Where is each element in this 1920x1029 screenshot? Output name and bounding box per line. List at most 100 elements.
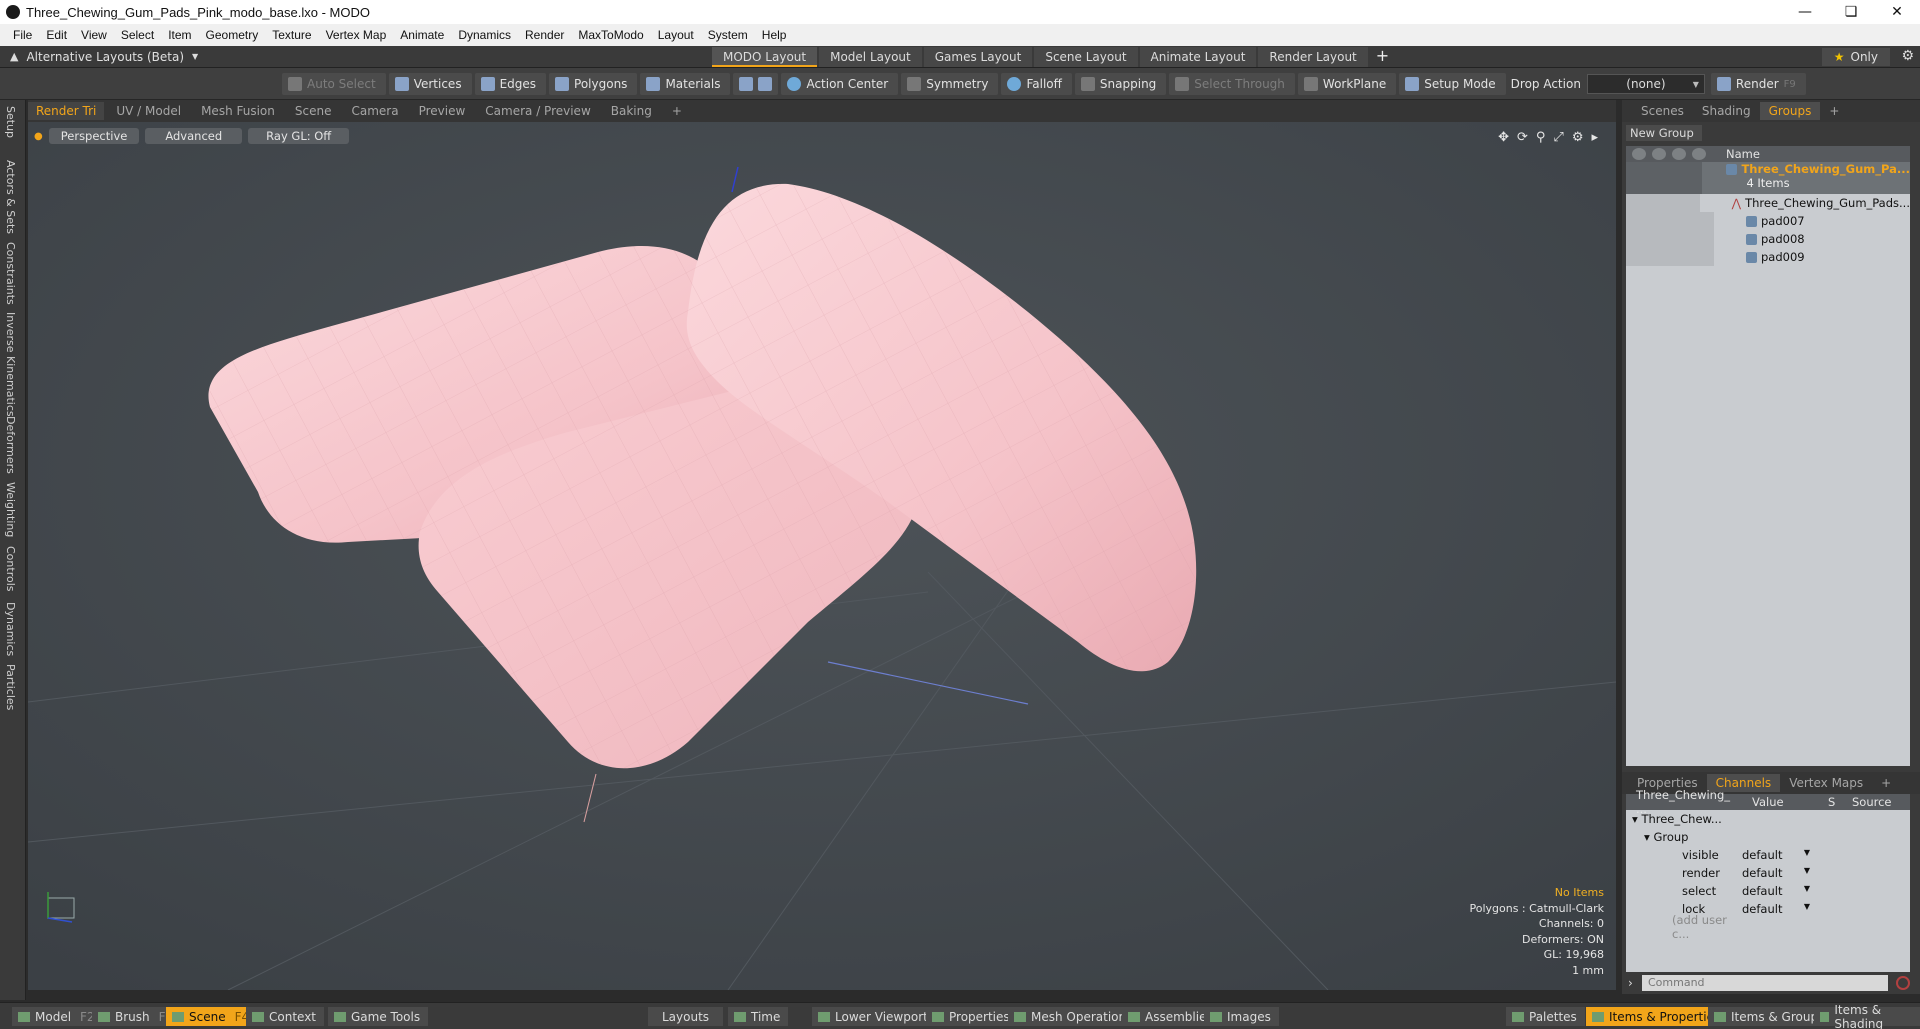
tab-render-layout[interactable]: Render Layout xyxy=(1258,47,1368,67)
tab-weighting[interactable]: Weighting xyxy=(4,482,17,537)
tab-constraints[interactable]: Constraints xyxy=(4,242,17,305)
menu-texture[interactable]: Texture xyxy=(265,28,318,42)
tree-item-row[interactable]: ⋀ Three_Chewing_Gum_Pads... xyxy=(1626,194,1910,212)
select-column-icon[interactable] xyxy=(1692,148,1706,160)
menu-system[interactable]: System xyxy=(701,28,755,42)
gear-icon[interactable]: ⚙ xyxy=(1901,48,1914,64)
model-button[interactable]: Model F2 xyxy=(12,1007,103,1026)
context-button[interactable]: Context xyxy=(246,1007,325,1026)
add-layout-icon[interactable]: + xyxy=(1370,46,1395,68)
select-through-button[interactable]: Select Through xyxy=(1169,73,1295,95)
tab-dynamics[interactable]: Dynamics xyxy=(4,602,17,656)
images-button[interactable]: Images xyxy=(1204,1007,1279,1026)
vertices-button[interactable]: Vertices xyxy=(388,73,472,95)
tab-setup[interactable]: Setup xyxy=(4,106,17,138)
view-options-arrow-icon[interactable]: ▸ xyxy=(1591,130,1598,145)
tab-scenes[interactable]: Scenes xyxy=(1632,102,1693,120)
group-row[interactable]: Three_Chewing_Gum_Pa... 4 Items xyxy=(1626,162,1910,194)
select-mode-button[interactable] xyxy=(733,73,779,95)
snapping-button[interactable]: Snapping xyxy=(1074,73,1167,95)
tab-groups[interactable]: Groups xyxy=(1759,102,1821,120)
symmetry-button[interactable]: Symmetry xyxy=(901,73,999,95)
move-view-icon[interactable]: ✥ xyxy=(1498,130,1509,145)
tab-scene[interactable]: Scene xyxy=(287,102,340,120)
palettes-button[interactable]: Palettes xyxy=(1506,1007,1585,1026)
tab-inverse-kinematics[interactable]: Inverse Kinematics xyxy=(4,312,17,417)
auto-select-button[interactable]: Auto Select xyxy=(282,73,386,95)
items-shading-button[interactable]: Items & Shading xyxy=(1814,1003,1920,1029)
mesh-operations-button[interactable]: Mesh Operations xyxy=(1008,1007,1141,1026)
materials-button[interactable]: Materials xyxy=(640,73,731,95)
menu-file[interactable]: File xyxy=(6,28,39,42)
items-properties-button[interactable]: Items & Properties xyxy=(1586,1007,1729,1026)
tab-shading[interactable]: Shading xyxy=(1693,102,1760,120)
menu-layout[interactable]: Layout xyxy=(651,28,701,42)
layouts-button[interactable]: Layouts xyxy=(648,1007,724,1026)
tab-controls[interactable]: Controls xyxy=(4,546,17,592)
tab-deformers[interactable]: Deformers xyxy=(4,416,17,474)
restore-button[interactable]: ❏ xyxy=(1828,0,1874,24)
menu-render[interactable]: Render xyxy=(518,28,571,42)
channel-row[interactable]: render default ▼ xyxy=(1626,864,1910,882)
tab-games-layout[interactable]: Games Layout xyxy=(923,47,1033,67)
falloff-button[interactable]: Falloff xyxy=(1001,73,1072,95)
tab-actors-sets[interactable]: Actors & Sets xyxy=(4,160,17,234)
menu-maxtomodo[interactable]: MaxToModo xyxy=(571,28,650,42)
workplane-button[interactable]: WorkPlane xyxy=(1297,73,1397,95)
tree-item-row[interactable]: pad007 xyxy=(1626,212,1910,230)
tab-scene-layout[interactable]: Scene Layout xyxy=(1034,47,1138,67)
tab-animate-layout[interactable]: Animate Layout xyxy=(1139,47,1257,67)
tab-model-layout[interactable]: Model Layout xyxy=(819,47,922,67)
collapse-arrow-icon[interactable]: ▲ xyxy=(10,50,18,63)
command-input[interactable]: Command xyxy=(1642,975,1888,991)
menu-view[interactable]: View xyxy=(74,28,114,42)
add-channels-tab-icon[interactable]: + xyxy=(1872,774,1900,792)
menu-geometry[interactable]: Geometry xyxy=(199,28,266,42)
game-tools-button[interactable]: Game Tools xyxy=(328,1007,429,1026)
menu-animate[interactable]: Animate xyxy=(393,28,451,42)
visibility-column-icon[interactable] xyxy=(1632,148,1646,160)
add-tab-icon[interactable]: + xyxy=(664,102,690,120)
stop-icon[interactable] xyxy=(1896,976,1910,990)
tab-baking[interactable]: Baking xyxy=(603,102,660,120)
tree-item-row[interactable]: pad008 xyxy=(1626,230,1910,248)
channel-row[interactable]: visible default ▼ xyxy=(1626,846,1910,864)
tab-camera[interactable]: Camera xyxy=(343,102,406,120)
viewport-menu-dot-icon[interactable]: ● xyxy=(34,131,43,142)
minimize-button[interactable]: — xyxy=(1782,0,1828,24)
menu-select[interactable]: Select xyxy=(114,28,161,42)
scene-button[interactable]: Scene F4 xyxy=(166,1007,258,1026)
channels-group-row[interactable]: ▾ Group xyxy=(1626,828,1910,846)
3d-viewport[interactable]: ● Perspective Advanced Ray GL: Off ✥ ⟳ ⚲… xyxy=(28,122,1616,990)
rotate-view-icon[interactable]: ⟳ xyxy=(1517,130,1528,145)
tab-camera-preview[interactable]: Camera / Preview xyxy=(477,102,598,120)
properties-button[interactable]: Properties xyxy=(926,1007,1018,1026)
render-column-icon[interactable] xyxy=(1652,148,1666,160)
menu-dynamics[interactable]: Dynamics xyxy=(451,28,518,42)
fit-view-icon[interactable]: ⤢ xyxy=(1553,130,1563,145)
raygl-button[interactable]: Ray GL: Off xyxy=(248,128,350,144)
setup-mode-button[interactable]: Setup Mode xyxy=(1399,73,1506,95)
add-panel-tab-icon[interactable]: + xyxy=(1820,102,1848,120)
new-group-button[interactable]: New Group xyxy=(1626,125,1702,141)
close-button[interactable]: ✕ xyxy=(1874,0,1920,24)
add-user-channel-row[interactable]: (add user c... xyxy=(1626,913,1910,941)
tab-uv-model[interactable]: UV / Model xyxy=(108,102,189,120)
tab-mesh-fusion[interactable]: Mesh Fusion xyxy=(193,102,283,120)
view-settings-gear-icon[interactable]: ⚙ xyxy=(1572,130,1584,145)
channels-root-row[interactable]: ▾ Three_Chew... xyxy=(1626,810,1910,828)
polygons-button[interactable]: Polygons xyxy=(549,73,638,95)
alternative-layouts-dropdown[interactable]: ▲ Alternative Layouts (Beta) ▼ xyxy=(10,50,198,64)
tab-vertex-maps[interactable]: Vertex Maps xyxy=(1780,774,1872,792)
tab-render-tri[interactable]: Render Tri xyxy=(28,102,105,120)
tab-modo-layout[interactable]: MODO Layout xyxy=(712,47,818,67)
drop-action-select[interactable]: (none) xyxy=(1586,74,1705,94)
action-center-button[interactable]: Action Center xyxy=(781,73,899,95)
time-button[interactable]: Time xyxy=(728,1007,789,1026)
only-button[interactable]: ★ Only xyxy=(1821,48,1890,66)
channel-row[interactable]: select default ▼ xyxy=(1626,882,1910,900)
menu-help[interactable]: Help xyxy=(755,28,794,42)
tree-item-row[interactable]: pad009 xyxy=(1626,248,1910,266)
lock-column-icon[interactable] xyxy=(1672,148,1686,160)
render-button[interactable]: Render F9 xyxy=(1710,73,1806,95)
